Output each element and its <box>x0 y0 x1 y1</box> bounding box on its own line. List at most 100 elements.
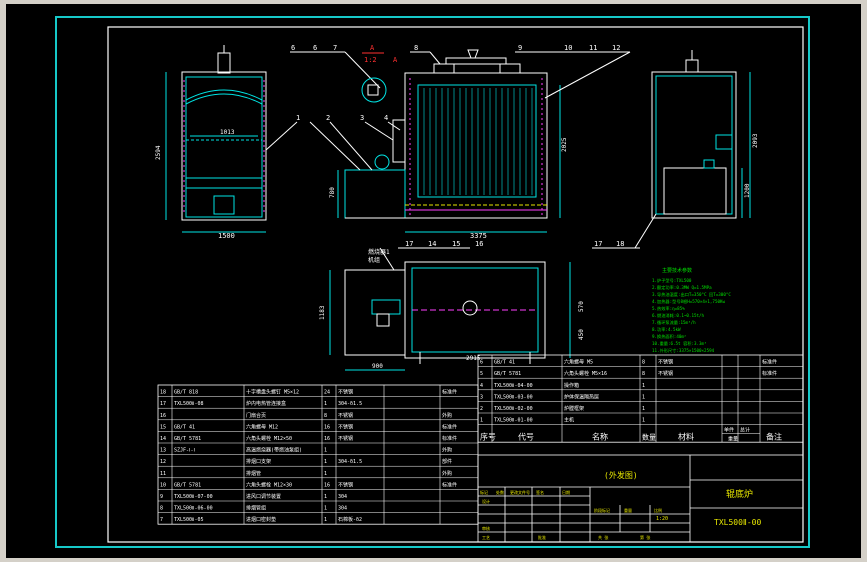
tb-sheet-no: 第 张 <box>640 534 650 540</box>
callout-plan-17: 17 <box>405 240 413 248</box>
bom-left-cell-material: 石棉板-δ2 <box>338 516 362 523</box>
bom-left-cell-no: 11 <box>160 471 166 477</box>
bom-left-cell-name: 门扇合页 <box>246 412 266 419</box>
bom-left-cell-code: TXL500Ⅱ-06-00 <box>174 506 213 512</box>
bom-header-note: 备注 <box>766 432 782 442</box>
bom-left-cell-no: 15 <box>160 424 166 430</box>
bom-header-code: 代号 <box>518 432 534 442</box>
bom-right-cell-name: 操作箱 <box>564 382 579 389</box>
bom-left-cell-no: 16 <box>160 413 166 419</box>
cad-canvas[interactable]: 1500 1013 2594 3375 2025 780 1 2 3 4 6 6… <box>0 0 867 562</box>
bom-left-cell-code: SZJF-Ⅰ-Ⅰ <box>174 448 195 454</box>
callout-front-3: 3 <box>360 114 364 122</box>
bom-right-cell-name: 炉体保温隔热层 <box>564 393 599 400</box>
dim-plan-right-b: 450 <box>578 329 585 340</box>
tb-review: 审核 <box>482 525 490 531</box>
dim-right-height: 2093 <box>752 133 759 148</box>
bom-right-cell-material: 不锈钢 <box>658 359 673 366</box>
bom-left-cell-note: 标准件 <box>442 423 457 430</box>
note-line: 7.循环泵流量:15m³/h <box>652 319 696 326</box>
dim-plan-right-a: 570 <box>578 301 585 312</box>
bom-right-cell-code: TXL500Ⅱ-04-00 <box>494 383 533 389</box>
dim-left-inner: 1013 <box>220 129 235 136</box>
bom-left-cell-no: 13 <box>160 448 166 454</box>
bom-left-cell-qty: 1 <box>324 459 327 465</box>
tb-changefile: 更改文件号 <box>510 489 530 495</box>
bom-left-cell-note: 外购 <box>442 412 452 419</box>
dim-plan-left: 900 <box>372 363 383 370</box>
callout-plan-14: 14 <box>428 240 436 248</box>
bom-left-cell-material: 不锈钢 <box>338 435 353 442</box>
bom-left-cell-note: 标准件 <box>442 481 457 488</box>
bom-left-cell-no: 12 <box>160 459 166 465</box>
callout-top-11: 11 <box>589 44 597 52</box>
tb-sheets-total: 共 张 <box>598 534 608 540</box>
tb-process: 工艺 <box>482 535 490 540</box>
note-line: 8.功率:4.5kW <box>652 326 681 333</box>
tb-date: 日期 <box>562 489 570 495</box>
bom-right-cell-name: 炉膛框架 <box>564 405 584 412</box>
bom-left-cell-code: GB/T 5781 <box>174 482 201 488</box>
bom-left-cell-material: 304 <box>338 506 347 512</box>
bom-left-cell-qty: 8 <box>324 413 327 419</box>
bom-header-name: 名称 <box>592 432 608 442</box>
bom-left-cell-name: 六角螺母 M12 <box>246 423 278 430</box>
inlet-label: 燃烧器1 <box>368 248 390 256</box>
bom-right-cell-name: 六角螺母 M5 <box>564 359 593 366</box>
bom-right-cell-no: 4 <box>480 383 483 389</box>
bom-right-cell-qty: 1 <box>642 383 645 389</box>
callout-right-17: 17 <box>594 240 602 248</box>
bom-left-cell-name: 进风口调节装置 <box>246 493 281 500</box>
dim-plan-height: 1183 <box>319 305 326 320</box>
callout-top-10: 10 <box>564 44 572 52</box>
bom-header-material: 材料 <box>678 432 694 442</box>
bom-left-cell-qty: 16 <box>324 424 330 430</box>
bom-left-cell-code: GB/T 5781 <box>174 436 201 442</box>
bom-left-cell-qty: 1 <box>324 517 327 523</box>
title-drawing-no: TXL500Ⅱ-00 <box>714 518 761 527</box>
bom-header-mass: 重量 <box>728 436 738 443</box>
bom-left-cell-name: 炉内电热管连接盒 <box>246 400 286 407</box>
bom-right-cell-code: TXL500Ⅱ-02-00 <box>494 406 533 412</box>
bom-left-cell-code: GB/T 818 <box>174 390 198 396</box>
bom-left-cell-material: 304-δ1.5 <box>338 401 362 407</box>
bom-right-cell-no: 6 <box>480 360 483 366</box>
bom-left-cell-code: GB/T 41 <box>174 424 195 430</box>
bom-right-cell-qty: 8 <box>642 360 645 366</box>
bom-right-cell-code: TXL500Ⅱ-03-00 <box>494 394 533 400</box>
dim-front-height: 2025 <box>561 137 568 152</box>
title-scale: 1:20 <box>656 516 668 522</box>
bom-left-cell-qty: 1 <box>324 448 327 454</box>
dim-front-width: 3375 <box>470 232 487 240</box>
bom-header-no: 序号 <box>480 432 496 442</box>
bom-left-cell-qty: 24 <box>324 390 330 396</box>
bom-left-cell-name: 排烟管组 <box>246 505 266 512</box>
tb-mark: 标记 <box>480 489 488 495</box>
model-space <box>6 4 861 558</box>
bom-left-cell-name: 高温燃烧器(带燃油泵组) <box>246 447 302 454</box>
callout-plan-16: 16 <box>475 240 483 248</box>
bom-left-cell-name: 六角头螺栓 M12×30 <box>246 481 292 488</box>
bom-left-cell-material: 不锈钢 <box>338 389 353 396</box>
bom-right-cell-qty: 1 <box>642 394 645 400</box>
bom-right-cell-note: 标准件 <box>762 359 777 366</box>
tb-stage: 阶段标记 <box>594 507 610 513</box>
callout-top-1: 6 <box>291 44 295 52</box>
bom-right-cell-note: 标准件 <box>762 370 777 377</box>
dim-right-lower: 1200 <box>744 183 751 198</box>
dim-left-height: 2594 <box>155 145 162 160</box>
section-scale: 1:2 <box>364 56 377 64</box>
bom-header-total: 总计 <box>740 427 750 434</box>
bom-left-cell-no: 14 <box>160 436 166 442</box>
bom-right-cell-no: 2 <box>480 406 483 412</box>
notes-title: 主要技术参数 <box>662 267 692 274</box>
tb-ratio: 比例 <box>654 507 662 513</box>
bom-right-cell-code: GB/T 5781 <box>494 371 521 377</box>
dim-left-width: 1500 <box>218 232 235 240</box>
callout-plan-15: 15 <box>452 240 460 248</box>
bom-right-cell-name: 主机 <box>564 417 574 424</box>
bom-left-cell-qty: 1 <box>324 401 327 407</box>
note-line: 2.额定功率:0.3MW Q=1.5MPa <box>652 284 712 291</box>
note-line: 3.导热油温度:出口T=350°C 回T=300°C <box>652 291 731 298</box>
tb-design: 设计 <box>482 498 490 504</box>
